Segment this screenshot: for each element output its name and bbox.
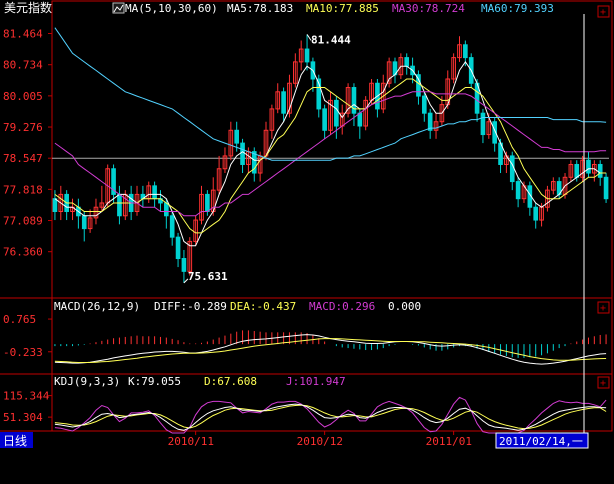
plus-icon: + bbox=[600, 378, 606, 389]
macd-panel-expand-button[interactable]: + bbox=[597, 301, 610, 314]
candle-down bbox=[164, 202, 169, 217]
candle-down bbox=[404, 57, 410, 67]
instrument-title: 美元指数 bbox=[4, 0, 52, 15]
x-tick-label: 2010/12 bbox=[297, 435, 343, 448]
x-tick-label: 2010/11 bbox=[168, 435, 214, 448]
ma5-readout: MA5:78.183 bbox=[227, 2, 293, 15]
price-y-tick-label: 77.818 bbox=[3, 183, 43, 196]
candle-down bbox=[421, 95, 427, 114]
cursor-date-box: 2011/02/14,一 bbox=[495, 432, 589, 449]
candle-down bbox=[574, 163, 580, 178]
candle-down bbox=[304, 48, 310, 63]
ma10-readout: MA10:77.885 bbox=[306, 2, 379, 15]
chart-canvas[interactable]: 美元指数 MA(5,10,30,60) MA5:78.183 MA10:77.8… bbox=[0, 0, 614, 480]
kdj-k-readout: K:79.055 bbox=[128, 375, 181, 388]
kdj-panel-expand-button[interactable]: + bbox=[597, 376, 610, 389]
candle-down bbox=[603, 176, 609, 200]
kdj-params-label: KDJ(9,3,3) bbox=[54, 375, 120, 388]
plus-icon: + bbox=[600, 303, 606, 314]
price-y-tick-label: 78.547 bbox=[3, 152, 43, 165]
stock-chart-window: 美元指数 MA(5,10,30,60) MA5:78.183 MA10:77.8… bbox=[0, 0, 614, 480]
candle-down bbox=[81, 215, 87, 230]
candle-down bbox=[234, 129, 240, 144]
ma-params-label: MA(5,10,30,60) bbox=[125, 2, 218, 15]
macd-params-label: MACD(26,12,9) bbox=[54, 300, 140, 313]
kdj-j-readout: J:101.947 bbox=[286, 375, 346, 388]
price-y-tick-label: 77.089 bbox=[3, 215, 43, 228]
candle-down bbox=[205, 193, 210, 213]
candle-down bbox=[152, 185, 157, 200]
price-y-tick-label: 76.360 bbox=[3, 246, 43, 259]
candle-down bbox=[181, 258, 187, 272]
candle-down bbox=[480, 112, 486, 136]
ma60-readout: MA60:79.393 bbox=[481, 2, 554, 15]
price-y-tick-label: 80.005 bbox=[3, 90, 43, 103]
plus-icon: + bbox=[600, 7, 606, 18]
candle-down bbox=[52, 198, 58, 213]
macd-y-tick-label: -0.233 bbox=[3, 346, 43, 359]
candle-down bbox=[322, 108, 327, 131]
candle-down bbox=[334, 99, 339, 127]
macd-y-tick-label: 0.765 bbox=[3, 313, 36, 326]
ma30-readout: MA30:78.724 bbox=[392, 2, 465, 15]
macd-diff-readout: DIFF:-0.289 bbox=[154, 300, 227, 313]
price-y-tick-label: 80.734 bbox=[3, 59, 43, 72]
price-y-tick-label: 79.276 bbox=[3, 121, 43, 134]
price-y-tick-label: 81.464 bbox=[3, 28, 43, 41]
candle-down bbox=[463, 44, 468, 59]
kdj-y-tick-label: 115.344 bbox=[3, 390, 50, 403]
candle-down bbox=[515, 181, 521, 200]
candle-down bbox=[240, 142, 245, 165]
candle-down bbox=[281, 91, 286, 114]
low-price-label: 75.631 bbox=[188, 270, 228, 283]
macd-value-readout: MACD:0.296 bbox=[309, 300, 375, 313]
ma-indicator-icon[interactable] bbox=[112, 2, 125, 14]
period-selector[interactable]: 日线 bbox=[0, 432, 33, 448]
candle-down bbox=[169, 215, 175, 238]
macd-zero-readout: 0.000 bbox=[388, 300, 421, 313]
high-price-label: 81.444 bbox=[311, 33, 351, 46]
candle-down bbox=[117, 193, 122, 217]
candle-down bbox=[175, 236, 181, 260]
candle-down bbox=[533, 206, 539, 221]
kdj-d-readout: D:67.608 bbox=[204, 375, 257, 388]
macd-dea-readout: DEA:-0.437 bbox=[230, 300, 296, 313]
cursor-date-label: 2011/02/14,一 bbox=[499, 435, 583, 448]
candle-down bbox=[509, 155, 515, 183]
period-tab-label: 日线 bbox=[3, 434, 27, 448]
macd-header: MACD(26,12,9) DIFF:-0.289 DEA:-0.437 MAC… bbox=[54, 300, 421, 313]
x-tick-label: 2011/01 bbox=[426, 435, 472, 448]
chart-background bbox=[0, 0, 614, 480]
price-panel-expand-button[interactable]: + bbox=[597, 5, 610, 18]
candle-down bbox=[586, 159, 591, 174]
candle-down bbox=[597, 163, 603, 178]
candle-down bbox=[357, 112, 363, 127]
kdj-y-tick-label: 51.304 bbox=[3, 411, 43, 424]
